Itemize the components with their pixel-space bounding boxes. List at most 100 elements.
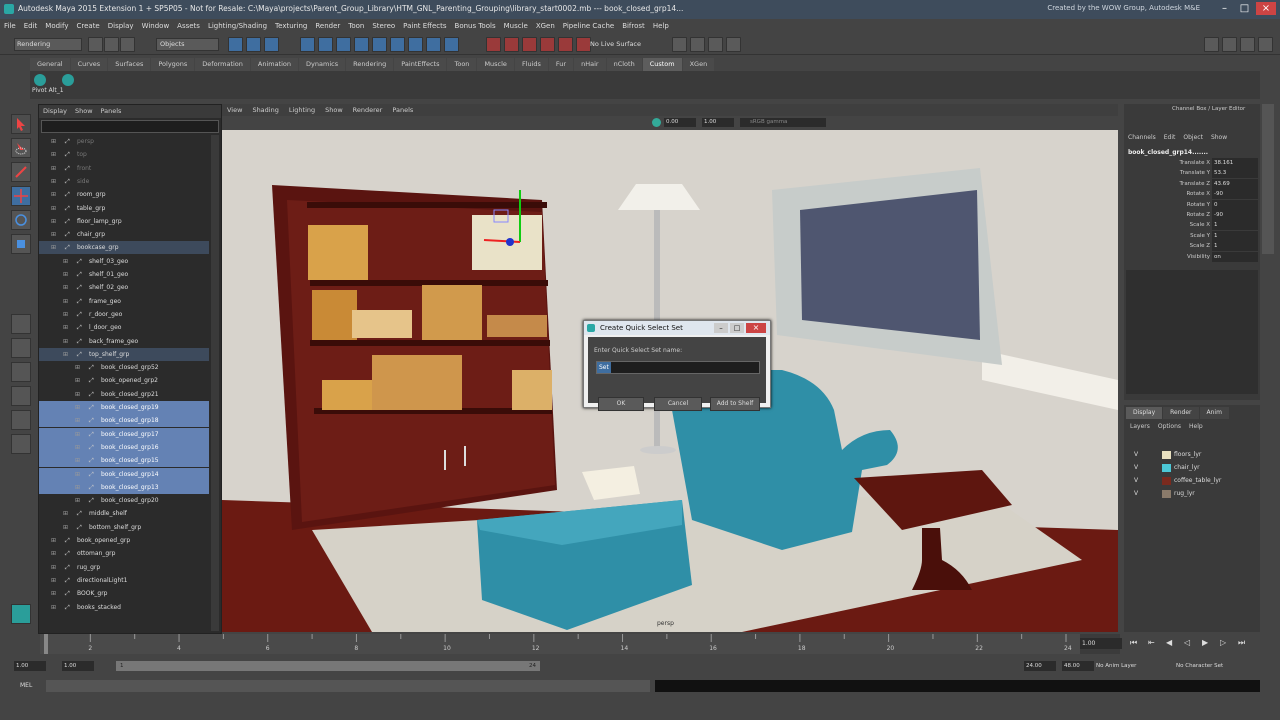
shelf-tab-painteffects[interactable]: PaintEffects xyxy=(394,58,447,71)
channel-value[interactable]: on xyxy=(1212,251,1258,262)
snap-grid-icon[interactable] xyxy=(486,37,501,52)
dialog-maximize-button[interactable]: □ xyxy=(730,323,744,333)
expand-icon[interactable]: ⊞ xyxy=(51,175,56,188)
menu-render[interactable]: Render xyxy=(311,19,344,34)
menu-pipeline-cache[interactable]: Pipeline Cache xyxy=(559,19,618,34)
layer-color-swatch[interactable] xyxy=(1162,490,1171,498)
expand-icon[interactable]: ⊞ xyxy=(51,215,56,228)
cancel-button[interactable]: Cancel xyxy=(654,397,702,411)
move-tool-icon[interactable] xyxy=(11,186,31,206)
mask-handles-icon[interactable] xyxy=(300,37,315,52)
play-forward-icon[interactable]: ▶ xyxy=(1202,638,1208,647)
outliner-item[interactable]: ⊞ ⤢ frame_geo xyxy=(39,295,209,308)
layer-color-swatch[interactable] xyxy=(1162,464,1171,472)
persp-uv-layout-icon[interactable] xyxy=(11,434,31,454)
go-to-start-icon[interactable]: ⏮ xyxy=(1130,638,1137,648)
outliner-item[interactable]: ⊞ ⤢ books_stacked xyxy=(39,601,209,614)
four-view-layout-icon[interactable] xyxy=(11,338,31,358)
channel-value[interactable]: 38.161 xyxy=(1212,158,1258,168)
shelf-tab-xgen[interactable]: XGen xyxy=(682,58,715,71)
expand-icon[interactable]: ⊞ xyxy=(75,388,80,401)
expand-icon[interactable]: ⊞ xyxy=(51,574,56,587)
channel-row[interactable]: Scale X1 xyxy=(1124,220,1258,231)
channel-row[interactable]: Scale Z1 xyxy=(1124,241,1258,252)
outliner-item[interactable]: ⊞ ⤢ chair_grp xyxy=(39,228,209,241)
history-icon[interactable] xyxy=(576,37,591,52)
channel-value[interactable]: 43.69 xyxy=(1212,178,1258,189)
outliner-menu-show[interactable]: Show xyxy=(71,105,97,118)
dialog-minimize-button[interactable]: – xyxy=(714,323,728,333)
menu-paint-effects[interactable]: Paint Effects xyxy=(399,19,450,34)
outliner-item[interactable]: ⊞ ⤢ book_closed_grp21 xyxy=(39,388,209,401)
shelf-tab-curves[interactable]: Curves xyxy=(70,58,108,71)
persp-graph-layout-icon[interactable] xyxy=(11,386,31,406)
range-slider[interactable]: 1 24 xyxy=(116,661,540,671)
viewport-menu-show[interactable]: Show xyxy=(320,104,348,116)
render-view-icon[interactable] xyxy=(672,37,687,52)
current-time-indicator[interactable] xyxy=(44,634,48,654)
expand-icon[interactable]: ⊞ xyxy=(51,188,56,201)
channel-value[interactable]: 1 xyxy=(1212,230,1258,241)
playback-start-field[interactable]: 1.00 xyxy=(62,661,94,671)
expand-icon[interactable]: ⊞ xyxy=(63,321,68,334)
outliner-item[interactable]: ⊞ ⤢ directionalLight1 xyxy=(39,574,209,587)
select-tool-icon[interactable] xyxy=(11,114,31,134)
mask-dynamics-icon[interactable] xyxy=(390,37,405,52)
shelf-tab-fluids[interactable]: Fluids xyxy=(514,58,548,71)
outliner-item[interactable]: ⊞ ⤢ shelf_03_geo xyxy=(39,255,209,268)
layer-color-swatch[interactable] xyxy=(1162,451,1171,459)
outliner-item[interactable]: ⊞ ⤢ rug_grp xyxy=(39,561,209,574)
menu-xgen[interactable]: XGen xyxy=(532,19,559,34)
expand-icon[interactable]: ⊞ xyxy=(51,135,56,148)
outliner-item[interactable]: ⊞ ⤢ book_closed_grp52 xyxy=(39,361,209,374)
channel-row[interactable]: Translate Y 53.3 xyxy=(1124,168,1258,179)
expand-icon[interactable]: ⊞ xyxy=(75,361,80,374)
shelf-tab-dynamics[interactable]: Dynamics xyxy=(299,58,346,71)
expand-icon[interactable]: ⊞ xyxy=(51,202,56,215)
expand-icon[interactable]: ⊞ xyxy=(75,494,80,507)
select-by-object-icon[interactable] xyxy=(246,37,261,52)
expand-icon[interactable]: ⊞ xyxy=(51,547,56,560)
pivot-tool-icon[interactable] xyxy=(34,74,46,86)
expand-icon[interactable]: ⊞ xyxy=(63,295,68,308)
outliner-item[interactable]: ⊞ ⤢ ottoman_grp xyxy=(39,547,209,560)
menu-muscle[interactable]: Muscle xyxy=(500,19,532,34)
viewport-menu-shading[interactable]: Shading xyxy=(247,104,283,116)
expand-icon[interactable]: ⊞ xyxy=(63,268,68,281)
modeling-toolkit-icon[interactable] xyxy=(1204,37,1219,52)
expand-icon[interactable]: ⊞ xyxy=(75,454,80,467)
add-to-shelf-button[interactable]: Add to Shelf xyxy=(710,397,760,411)
ok-button[interactable]: OK xyxy=(598,397,644,411)
outliner-item[interactable]: ⊞ ⤢ side xyxy=(39,175,209,188)
save-scene-icon[interactable] xyxy=(120,37,135,52)
rotate-tool-icon[interactable] xyxy=(11,210,31,230)
shelf-tab-fur[interactable]: Fur xyxy=(548,58,574,71)
expand-icon[interactable]: ⊞ xyxy=(63,507,68,520)
exposure-field[interactable]: 0.00 xyxy=(664,118,696,127)
character-set-dropdown[interactable]: No Character Set xyxy=(1172,661,1266,671)
expand-icon[interactable]: ⊞ xyxy=(51,228,56,241)
channel-value[interactable]: 0 xyxy=(1212,199,1258,210)
outliner-item[interactable]: ⊞ ⤢ bookcase_grp xyxy=(39,241,209,255)
layer-row[interactable]: Vcoffee_table_lyr xyxy=(1126,475,1258,487)
maximize-button[interactable]: □ xyxy=(1237,2,1252,15)
snap-curve-icon[interactable] xyxy=(504,37,519,52)
animation-end-field[interactable]: 48.00 xyxy=(1062,661,1094,671)
expand-icon[interactable]: ⊞ xyxy=(51,534,56,547)
outliner-item[interactable]: ⊞ ⤢ front xyxy=(39,162,209,175)
channel-value[interactable]: 1 xyxy=(1212,241,1258,252)
shelf-tab-muscle[interactable]: Muscle xyxy=(477,58,514,71)
layer-menu-options[interactable]: Options xyxy=(1154,421,1185,433)
outliner-item[interactable]: ⊞ ⤢ book_closed_grp20 xyxy=(39,494,209,507)
current-frame-field[interactable]: 1.00 xyxy=(1080,638,1122,649)
outliner-item[interactable]: ⊞ ⤢ top_shelf_grp xyxy=(39,347,209,361)
layer-visibility-toggle[interactable]: V xyxy=(1134,449,1138,461)
scale-tool-icon[interactable] xyxy=(11,234,31,254)
single-perspective-layout-icon[interactable] xyxy=(11,314,31,334)
channel-row[interactable]: Translate Z 43.69 xyxy=(1124,178,1258,189)
channel-menu-edit[interactable]: Edit xyxy=(1160,132,1180,144)
outliner-item[interactable]: ⊞ ⤢ book_closed_grp15 xyxy=(39,454,209,468)
layer-color-swatch[interactable] xyxy=(1162,477,1171,485)
channel-row[interactable]: Translate X 38.161 xyxy=(1124,158,1258,168)
channel-value[interactable]: 1 xyxy=(1212,220,1258,231)
